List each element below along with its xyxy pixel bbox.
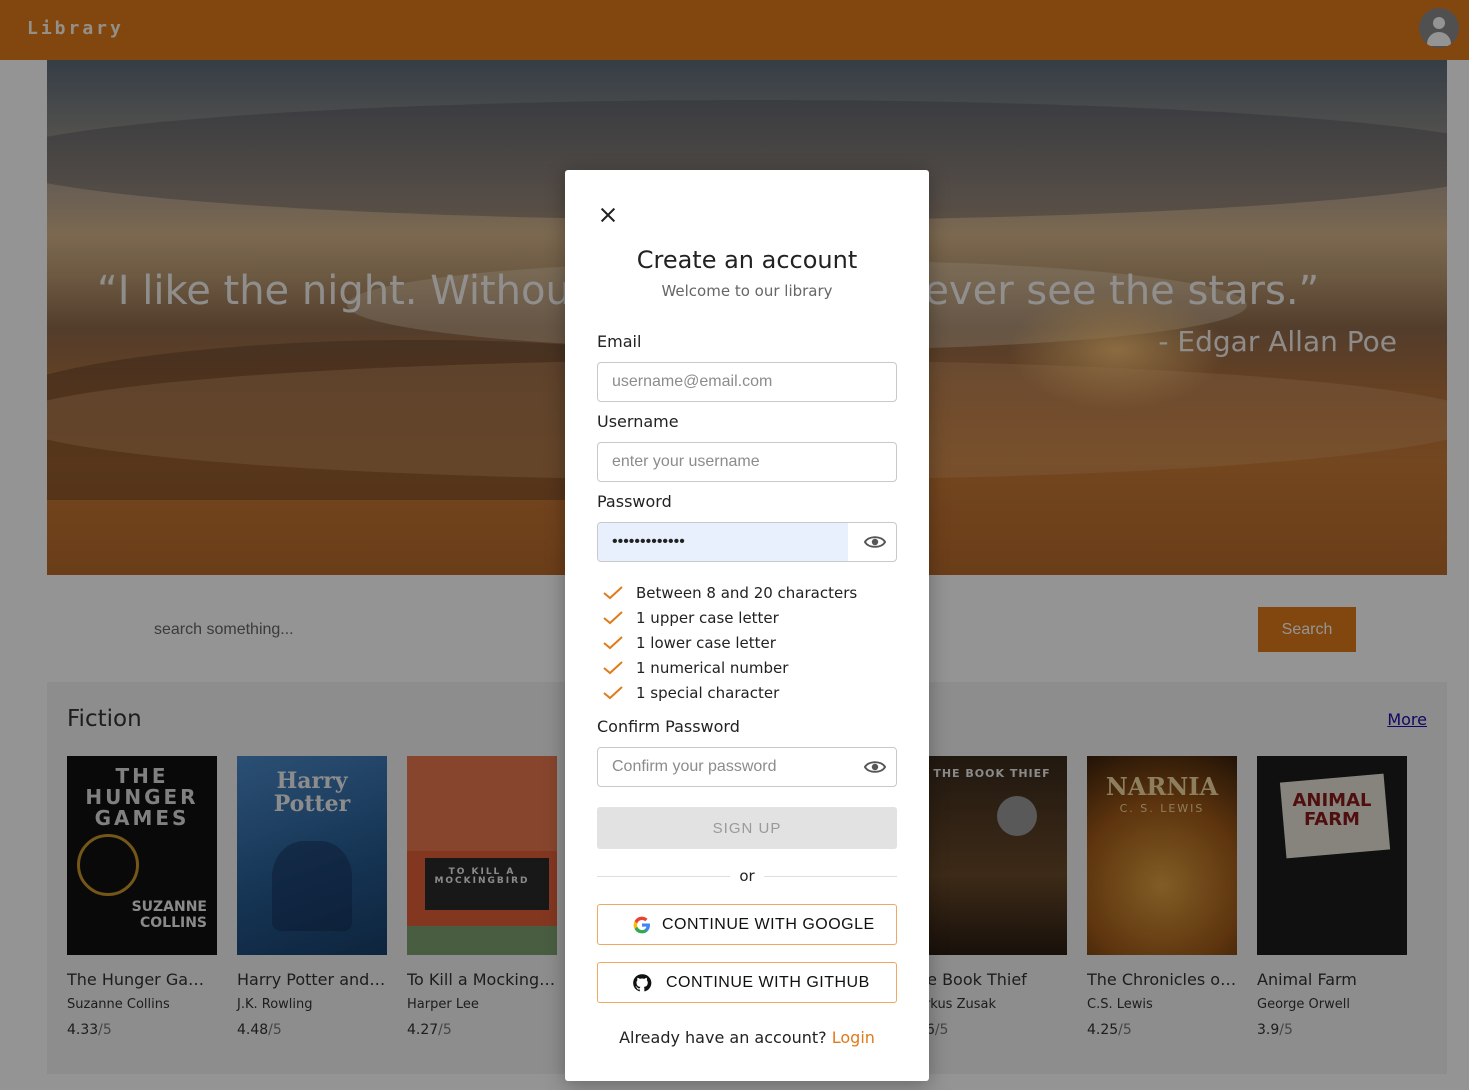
signup-modal: Create an account Welcome to our library… <box>565 170 929 1081</box>
eye-icon[interactable] <box>864 759 886 775</box>
email-field[interactable] <box>598 363 896 401</box>
check-icon <box>603 611 623 625</box>
confirm-password-field[interactable] <box>598 748 848 786</box>
github-signin-button[interactable]: CONTINUE WITH GITHUB <box>597 962 897 1003</box>
password-field-wrapper <box>597 522 897 562</box>
google-signin-button[interactable]: CONTINUE WITH GOOGLE <box>597 904 897 945</box>
modal-title: Create an account <box>636 246 858 274</box>
close-icon[interactable] <box>597 204 619 226</box>
login-link[interactable]: Login <box>832 1028 875 1047</box>
modal-subtitle: Welcome to our library <box>661 282 833 300</box>
check-icon <box>603 586 623 600</box>
email-label: Email <box>597 332 642 351</box>
check-icon <box>603 686 623 700</box>
username-field[interactable] <box>598 443 896 481</box>
password-field[interactable] <box>598 523 848 561</box>
username-field-wrapper <box>597 442 897 482</box>
confirm-password-wrapper <box>597 747 897 787</box>
or-divider: or <box>597 867 897 885</box>
password-label: Password <box>597 492 672 511</box>
check-icon <box>603 661 623 675</box>
github-icon <box>633 974 652 992</box>
email-field-wrapper <box>597 362 897 402</box>
login-prompt: Already have an account? Login <box>619 1028 875 1047</box>
username-label: Username <box>597 412 679 431</box>
confirm-password-label: Confirm Password <box>597 717 740 736</box>
signup-button[interactable]: SIGN UP <box>597 807 897 849</box>
check-icon <box>603 636 623 650</box>
eye-icon[interactable] <box>864 534 886 550</box>
google-icon <box>633 916 650 934</box>
